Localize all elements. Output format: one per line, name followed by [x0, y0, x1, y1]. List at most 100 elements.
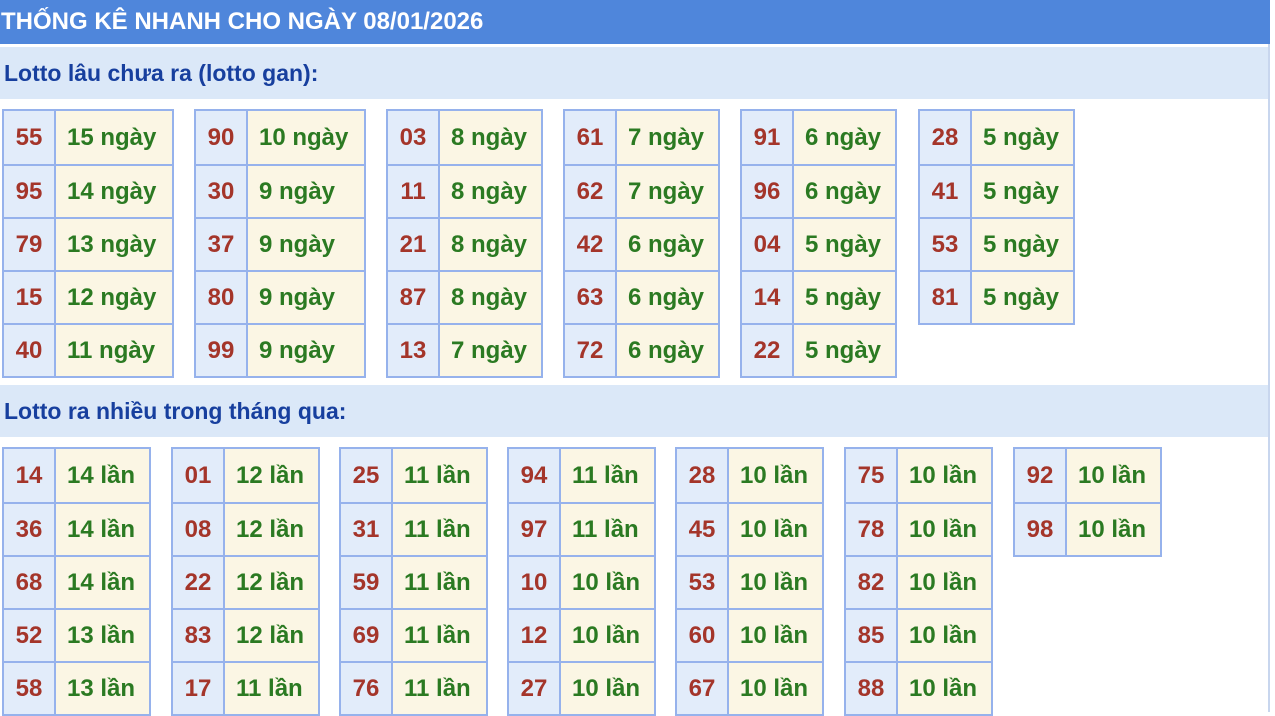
times-drawn: 10 lần — [729, 610, 822, 661]
frequent-table-6: 75 10 lần 78 10 lần 82 10 lần 85 10 lần 88 10 lần — [844, 447, 993, 716]
times-drawn: 12 lần — [225, 557, 318, 608]
gan-section-heading: Lotto lâu chưa ra (lotto gan): — [0, 47, 1268, 99]
times-drawn: 10 lần — [1067, 504, 1160, 555]
table-row: 83 12 lần — [173, 608, 318, 661]
times-drawn: 14 lần — [56, 557, 149, 608]
lotto-number: 45 — [677, 504, 727, 555]
lotto-number: 08 — [173, 504, 223, 555]
gan-table-4: 61 7 ngày 62 7 ngày 42 6 ngày 63 6 ngày 72 6 ngày — [563, 109, 720, 378]
lotto-number: 31 — [341, 504, 391, 555]
gan-table-1: 55 15 ngày 95 14 ngày 79 13 ngày 15 12 ngày 40 11… — [2, 109, 174, 378]
days-absent: 8 ngày — [440, 111, 541, 164]
right-divider — [1268, 44, 1270, 712]
lotto-number: 36 — [4, 504, 54, 555]
times-drawn: 11 lần — [393, 504, 486, 555]
lotto-number: 52 — [4, 610, 54, 661]
lotto-number: 79 — [4, 219, 54, 270]
days-absent: 7 ngày — [617, 111, 718, 164]
lotto-number: 10 — [509, 557, 559, 608]
lotto-number: 96 — [742, 166, 792, 217]
lotto-number: 25 — [341, 449, 391, 502]
table-row: 28 10 lần — [677, 449, 822, 502]
days-absent: 5 ngày — [794, 272, 895, 323]
days-absent: 11 ngày — [56, 325, 172, 376]
days-absent: 9 ngày — [248, 272, 364, 323]
lotto-number: 94 — [509, 449, 559, 502]
times-drawn: 11 lần — [393, 610, 486, 661]
times-drawn: 11 lần — [561, 449, 654, 502]
lotto-number: 78 — [846, 504, 896, 555]
lotto-number: 91 — [742, 111, 792, 164]
table-row: 94 11 lần — [509, 449, 654, 502]
lotto-number: 11 — [388, 166, 438, 217]
days-absent: 12 ngày — [56, 272, 172, 323]
lotto-number: 17 — [173, 663, 223, 714]
table-row: 91 6 ngày — [742, 111, 895, 164]
times-drawn: 14 lần — [56, 449, 149, 502]
table-row: 13 7 ngày — [388, 323, 541, 376]
days-absent: 5 ngày — [972, 166, 1073, 217]
lotto-number: 90 — [196, 111, 246, 164]
times-drawn: 13 lần — [56, 610, 149, 661]
table-row: 67 10 lần — [677, 661, 822, 714]
days-absent: 9 ngày — [248, 219, 364, 270]
table-row: 79 13 ngày — [4, 217, 172, 270]
table-row: 55 15 ngày — [4, 111, 172, 164]
days-absent: 7 ngày — [440, 325, 541, 376]
lotto-number: 83 — [173, 610, 223, 661]
frequent-table-5: 28 10 lần 45 10 lần 53 10 lần 60 10 lần 67 10 lần — [675, 447, 824, 716]
lotto-number: 88 — [846, 663, 896, 714]
table-row: 37 9 ngày — [196, 217, 364, 270]
table-row: 27 10 lần — [509, 661, 654, 714]
table-row: 97 11 lần — [509, 502, 654, 555]
times-drawn: 14 lần — [56, 504, 149, 555]
days-absent: 15 ngày — [56, 111, 172, 164]
table-row: 14 14 lần — [4, 449, 149, 502]
table-row: 59 11 lần — [341, 555, 486, 608]
lotto-number: 01 — [173, 449, 223, 502]
lotto-number: 68 — [4, 557, 54, 608]
lotto-number: 59 — [341, 557, 391, 608]
table-row: 03 8 ngày — [388, 111, 541, 164]
lotto-number: 58 — [4, 663, 54, 714]
times-drawn: 10 lần — [729, 449, 822, 502]
times-drawn: 11 lần — [393, 557, 486, 608]
lotto-number: 13 — [388, 325, 438, 376]
table-row: 95 14 ngày — [4, 164, 172, 217]
table-row: 72 6 ngày — [565, 323, 718, 376]
lotto-number: 12 — [509, 610, 559, 661]
table-row: 17 11 lần — [173, 661, 318, 714]
times-drawn: 11 lần — [561, 504, 654, 555]
lotto-number: 03 — [388, 111, 438, 164]
lotto-number: 28 — [677, 449, 727, 502]
lotto-number: 15 — [4, 272, 54, 323]
frequent-table-1: 14 14 lần 36 14 lần 68 14 lần 52 13 lần 58 13 lần — [2, 447, 151, 716]
table-row: 22 12 lần — [173, 555, 318, 608]
days-absent: 13 ngày — [56, 219, 172, 270]
table-row: 88 10 lần — [846, 661, 991, 714]
lotto-number: 72 — [565, 325, 615, 376]
table-row: 98 10 lần — [1015, 502, 1160, 555]
table-row: 42 6 ngày — [565, 217, 718, 270]
lotto-number: 87 — [388, 272, 438, 323]
table-row: 45 10 lần — [677, 502, 822, 555]
table-row: 08 12 lần — [173, 502, 318, 555]
days-absent: 14 ngày — [56, 166, 172, 217]
table-row: 92 10 lần — [1015, 449, 1160, 502]
times-drawn: 10 lần — [898, 610, 991, 661]
lotto-number: 81 — [920, 272, 970, 323]
table-row: 53 10 lần — [677, 555, 822, 608]
table-row: 36 14 lần — [4, 502, 149, 555]
table-row: 01 12 lần — [173, 449, 318, 502]
table-row: 82 10 lần — [846, 555, 991, 608]
table-row: 81 5 ngày — [920, 270, 1073, 323]
lotto-number: 62 — [565, 166, 615, 217]
times-drawn: 10 lần — [1067, 449, 1160, 502]
lotto-number: 21 — [388, 219, 438, 270]
days-absent: 6 ngày — [794, 111, 895, 164]
days-absent: 9 ngày — [248, 325, 364, 376]
times-drawn: 10 lần — [898, 663, 991, 714]
lotto-number: 27 — [509, 663, 559, 714]
times-drawn: 11 lần — [225, 663, 318, 714]
frequent-table-4: 94 11 lần 97 11 lần 10 10 lần 12 10 lần 27 10 lần — [507, 447, 656, 716]
